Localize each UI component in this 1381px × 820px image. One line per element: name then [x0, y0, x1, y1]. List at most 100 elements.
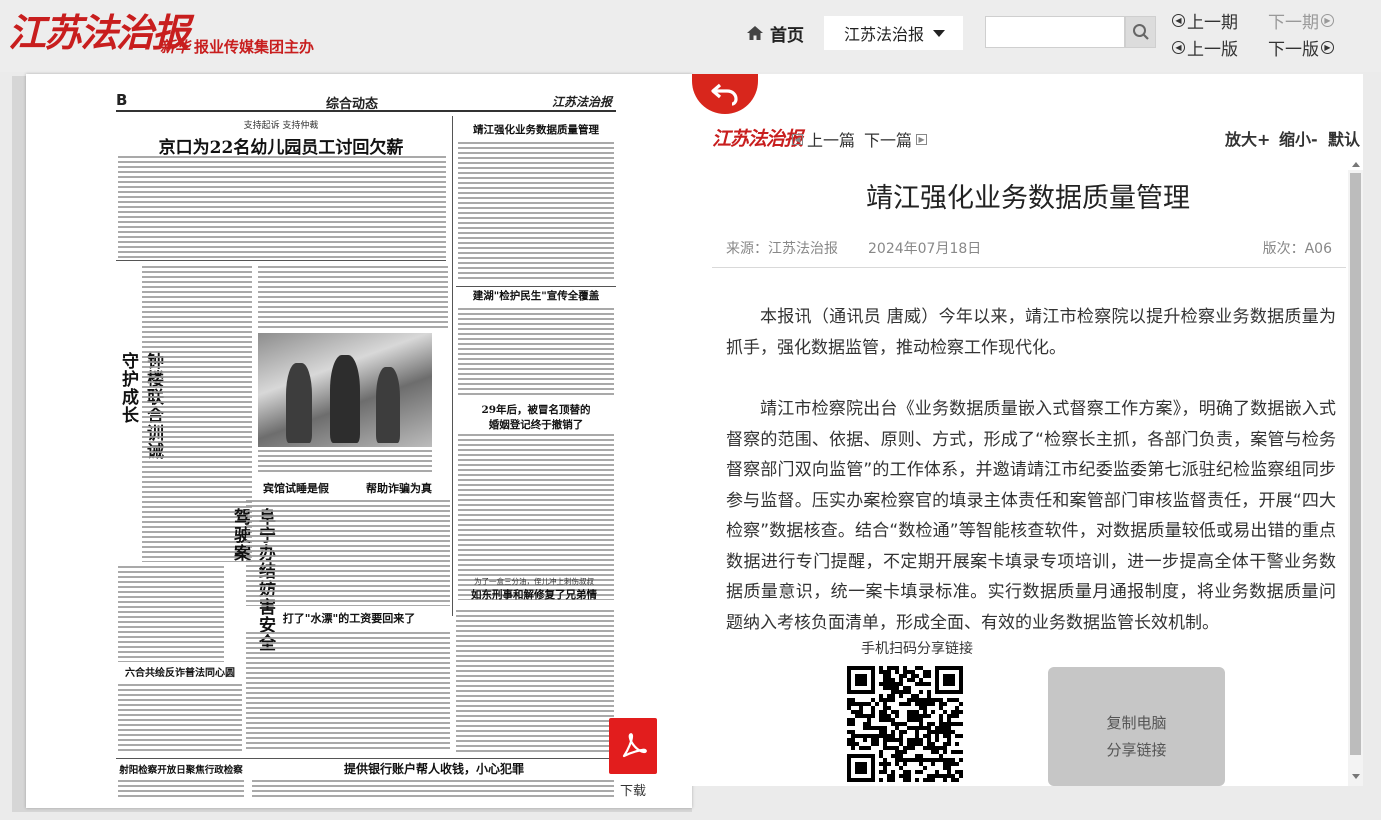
home-icon	[747, 26, 763, 40]
np-headline: 29年后，被冒名顶替的	[481, 404, 591, 416]
qr-code[interactable]	[835, 664, 975, 784]
np-article-jianhu[interactable]: 建湖"检护民生"宣传全覆盖	[456, 288, 616, 306]
next-issue-label: 下一期	[1268, 13, 1319, 33]
np-article-hotel[interactable]: 宾馆试睡是假	[246, 480, 346, 496]
prev-issue-label: 上一期	[1187, 13, 1238, 33]
np-text-block	[456, 610, 614, 752]
chevron-left-icon: ◀	[1172, 41, 1185, 54]
pdf-download-button[interactable]: 下载	[609, 718, 657, 799]
copy-share-link-button[interactable]: 复制电脑 分享链接	[1048, 667, 1225, 786]
article-meta: 来源：江苏法治报 2024年07月18日 版次：A06	[726, 238, 1332, 258]
reset-zoom-button[interactable]: 默认	[1328, 126, 1360, 150]
chevron-right-icon: ▶	[1321, 14, 1334, 27]
np-text-block	[118, 156, 446, 258]
newspaper-page-image[interactable]: B 综合动态 江苏法治报 支持起诉 支持仲裁 京口为22名幼儿园员工讨回欠薪 靖…	[26, 74, 692, 808]
copy-share-line2: 分享链接	[1106, 740, 1167, 759]
np-article-fraud[interactable]: 帮助诈骗为真	[344, 480, 454, 496]
next-article-label: 下一篇	[864, 131, 913, 150]
np-text-block	[118, 780, 244, 800]
np-news-photo	[258, 333, 432, 447]
top-bar: 江苏法治报 新华 报业传媒集团主办 首页 江苏法治报 ◀ 上一期 下一期 ▶ ◀ …	[0, 0, 1381, 72]
np-text-block	[118, 566, 224, 662]
paper-select[interactable]: 江苏法治报	[824, 16, 963, 50]
np-headline: 宾馆试睡是假	[263, 482, 329, 495]
share-qr-label: 手机扫码分享链接	[861, 641, 973, 657]
prev-edition-label: 上一版	[1187, 40, 1238, 60]
next-edition-link[interactable]: 下一版 ▶	[1268, 35, 1334, 60]
page-letter: B	[116, 91, 128, 109]
np-divider	[456, 286, 616, 287]
np-article-sheyang[interactable]: 射阳检察开放日聚焦行政检察	[116, 762, 246, 778]
np-article-jingjiang[interactable]: 靖江强化业务数据质量管理	[456, 122, 616, 140]
pdf-download-label: 下载	[619, 784, 646, 799]
pdf-icon	[609, 718, 657, 774]
next-issue-link[interactable]: 下一期 ▶	[1268, 8, 1334, 33]
xinhua-mark: 新华	[160, 38, 191, 56]
chevron-down-icon	[933, 30, 945, 37]
np-divider	[116, 758, 616, 759]
article-paragraph: 本报讯（通讯员 唐威）今年以来，靖江市检察院以提升检察业务数据质量为抓手，强化数…	[726, 307, 1336, 358]
np-headline: 靖江强化业务数据质量管理	[473, 124, 599, 136]
meta-divider	[712, 267, 1346, 268]
np-divider	[116, 260, 446, 261]
search-icon	[1132, 24, 1149, 40]
copy-share-line1: 复制电脑	[1106, 713, 1167, 732]
np-article-wages[interactable]: 打了"水漂"的工资要回来了	[246, 610, 452, 628]
prev-issue-link[interactable]: ◀ 上一期	[1172, 8, 1238, 33]
prev-article-label: 上一篇	[807, 131, 856, 150]
np-text-block	[258, 266, 448, 328]
next-edition-label: 下一版	[1268, 40, 1319, 60]
prev-edition-link[interactable]: ◀ 上一版	[1172, 35, 1238, 60]
np-article-liuhe[interactable]: 六合共绘反诈普法同心圆	[116, 664, 244, 680]
np-text-block	[246, 632, 450, 752]
chevron-left-icon: ◀	[1172, 14, 1185, 27]
np-kicker: 为了一盒三分油，侄儿冲上刺伤叔叔	[474, 577, 594, 586]
back-arrow-icon	[711, 83, 738, 106]
np-article-marriage[interactable]: 29年后，被冒名顶替的 婚姻登记终于撤销了	[456, 402, 616, 432]
newspaper-page-header: B 综合动态 江苏法治报	[116, 90, 616, 112]
np-article-rudong[interactable]: 为了一盒三分油，侄儿冲上刺伤叔叔 如东刑事和解修复了兄弟情	[452, 576, 616, 608]
newspaper-brand: 江苏法治报	[551, 95, 612, 109]
np-headline: 打了"水漂"的工资要回来了	[282, 612, 416, 625]
scroll-down-arrow[interactable]	[1348, 770, 1363, 782]
np-headline: 帮助诈骗为真	[366, 482, 432, 495]
home-label: 首页	[770, 25, 804, 46]
np-headline: 京口为22名幼儿园员工讨回欠薪	[158, 138, 404, 158]
search-button[interactable]	[1125, 16, 1156, 48]
np-article-bank[interactable]: 提供银行账户帮人收钱，小心犯罪	[252, 760, 616, 778]
article-date: 2024年07月18日	[868, 241, 982, 257]
chevron-right-icon: ▶	[1321, 41, 1334, 54]
newspaper-layout: B 综合动态 江苏法治报 支持起诉 支持仲裁 京口为22名幼儿园员工讨回欠薪 靖…	[116, 90, 616, 800]
reader-brand-logo: 江苏法治报	[712, 128, 803, 150]
next-article-link[interactable]: 下一篇 ▶	[864, 127, 928, 151]
site-logo-subtitle: 新华 报业传媒集团主办	[160, 36, 314, 57]
np-divider	[452, 116, 453, 616]
scrollbar-thumb[interactable]	[1350, 173, 1361, 755]
np-headline: 如东刑事和解修复了兄弟情	[471, 589, 597, 601]
home-link[interactable]: 首页	[746, 20, 804, 46]
search-input[interactable]	[985, 16, 1125, 48]
chevron-left-icon: ◀	[792, 133, 803, 145]
scroll-up-arrow[interactable]	[1348, 158, 1363, 170]
np-kicker: 支持起诉 支持仲裁	[243, 121, 319, 131]
np-text-block	[458, 308, 614, 398]
np-text-block	[252, 780, 614, 800]
article-body: 本报讯（通讯员 唐威）今年以来，靖江市检察院以提升检察业务数据质量为抓手，强化数…	[726, 302, 1336, 638]
article-title: 靖江强化业务数据质量管理	[866, 183, 1190, 214]
chevron-right-icon: ▶	[916, 133, 928, 145]
zoom-in-button[interactable]: 放大+	[1225, 126, 1270, 150]
article-edition: 版次：A06	[1262, 241, 1332, 257]
np-photo-caption	[258, 450, 432, 472]
publisher-label: 报业传媒集团主办	[194, 38, 315, 56]
np-headline: 婚姻登记终于撤销了	[488, 419, 584, 431]
np-text-block	[458, 142, 614, 282]
zoom-out-button[interactable]: 缩小-	[1279, 126, 1318, 150]
prev-article-link[interactable]: ◀ 上一篇	[792, 127, 855, 151]
np-article-jingkou[interactable]: 支持起诉 支持仲裁 京口为22名幼儿园员工讨回欠薪	[116, 118, 446, 158]
section-title: 综合动态	[326, 97, 379, 112]
np-headline: 射阳检察开放日聚焦行政检察	[119, 765, 243, 776]
np-text-block	[118, 684, 242, 754]
np-headline: 六合共绘反诈普法同心圆	[125, 668, 235, 679]
np-headline: 提供银行账户帮人收钱，小心犯罪	[343, 762, 524, 776]
paper-select-value: 江苏法治报	[844, 25, 925, 44]
